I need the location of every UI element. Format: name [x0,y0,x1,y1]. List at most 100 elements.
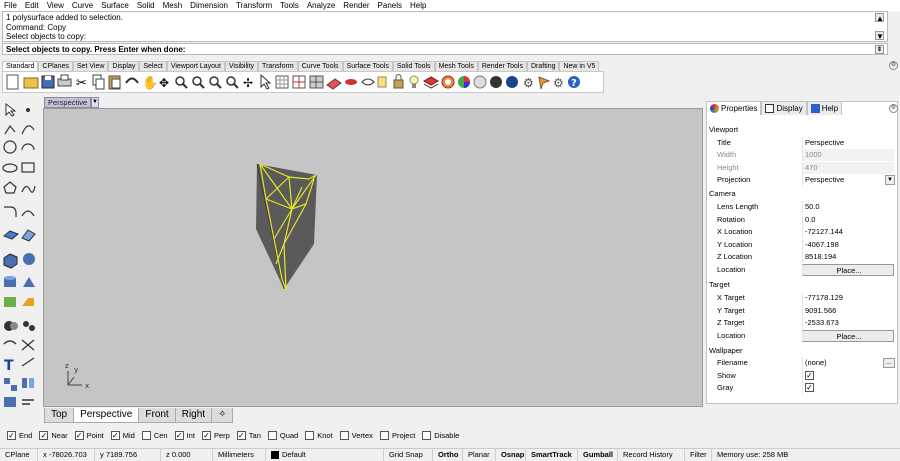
osnap-tan[interactable]: ✓ Tan [236,430,261,440]
lock-icon[interactable] [393,74,404,89]
tab-display[interactable]: Display [108,61,140,71]
circle-icon[interactable] [3,140,17,154]
toolbar-gear-icon[interactable]: ⚙ [889,61,898,70]
record-history-toggle[interactable]: Record History [618,449,685,461]
panel-tab-display[interactable]: Display [761,101,807,115]
xt-field[interactable]: -77178.129 [802,292,894,304]
trim-icon[interactable] [21,339,35,351]
viewport-tab-front[interactable]: Front [138,408,176,423]
osnap-perp[interactable]: ✓ Perp [201,430,230,440]
hide-icon[interactable] [361,78,375,86]
split-icon[interactable] [3,340,17,345]
panel-gear-icon[interactable]: ⚙ [889,104,898,113]
show-checkbox[interactable]: ✓ [805,371,814,380]
menu-help[interactable]: Help [406,0,430,11]
box-icon[interactable] [3,253,18,269]
tab-curve-tools[interactable]: Curve Tools [297,61,343,71]
rotate-view-icon[interactable]: ✥ [159,76,169,90]
smarttrack-toggle[interactable]: SmartTrack [526,449,578,461]
menu-render[interactable]: Render [339,0,373,11]
lens-field[interactable]: 50.0 [802,201,894,213]
command-history[interactable]: 1 polysurface added to selection. Comman… [2,11,888,42]
mirror-icon[interactable] [22,378,34,388]
layer-icon[interactable] [422,76,440,89]
osnap-near-checkbox[interactable]: ✓ [39,430,49,440]
perspective-viewport[interactable]: x y z [43,108,703,407]
analyze-icon[interactable] [22,399,34,405]
tab-cplanes[interactable]: CPlanes [38,61,73,71]
osnap-disable-checkbox[interactable] [422,430,432,440]
curve-icon[interactable] [21,125,35,135]
material-sphere-icon[interactable] [490,76,502,88]
loft-icon[interactable] [21,229,36,242]
options-icon[interactable]: ⚙ [553,76,564,90]
ellipse-icon[interactable] [2,163,18,173]
units-indicator[interactable]: Millimeters [213,449,266,461]
scroll-up-icon[interactable]: ▲ [875,13,884,23]
browse-button[interactable]: ... [883,358,895,368]
move-icon[interactable]: ✢ [243,76,253,90]
tab-render-tools[interactable]: Render Tools [477,61,527,71]
projection-dropdown-icon[interactable]: ▼ [885,175,895,185]
named-view-icon[interactable] [345,79,357,85]
zoom-extents-icon[interactable] [209,76,222,89]
boolean-icon[interactable] [4,321,18,331]
menu-transform[interactable]: Transform [232,0,276,11]
osnap-int-checkbox[interactable]: ✓ [174,430,184,440]
paste-icon[interactable] [108,75,121,90]
tab-drafting[interactable]: Drafting [526,61,560,71]
osnap-vertex[interactable]: Vertex [339,430,373,440]
tab-viewport-layout[interactable]: Viewport Layout [166,61,225,71]
osnap-end[interactable]: ✓ End [7,430,32,440]
save-icon[interactable] [41,75,55,89]
menu-file[interactable]: File [0,0,21,11]
osnap-cen[interactable]: Cen [141,430,168,440]
extrude-icon[interactable] [22,298,34,306]
text-icon[interactable]: T [4,358,14,374]
viewport-tab-top[interactable]: Top [44,408,75,423]
array-icon[interactable] [4,397,16,407]
select-icon[interactable] [260,73,272,90]
menu-view[interactable]: View [43,0,68,11]
panel-tab-properties[interactable]: Properties [706,101,762,115]
filename-field[interactable]: (none) [802,357,894,369]
osnap-point-checkbox[interactable]: ✓ [74,430,84,440]
tab-new-in-v5[interactable]: New in V5 [559,61,600,71]
viewports-icon[interactable] [292,75,306,89]
title-field[interactable]: Perspective [802,137,894,149]
fillet-icon[interactable] [4,206,17,217]
undo-icon[interactable] [125,77,139,84]
panel-tab-help[interactable]: Help [806,101,843,115]
color-wheel-icon[interactable] [458,76,470,88]
selected-polysurface[interactable] [256,163,317,291]
zt-field[interactable]: -2533.673 [802,317,894,329]
target-place-button[interactable]: Place... [802,330,894,342]
osnap-toggle[interactable]: Osnap [496,449,526,461]
menu-edit[interactable]: Edit [21,0,43,11]
zoom-icon[interactable] [175,76,188,89]
rotation-field[interactable]: 0.0 [802,214,894,226]
osnap-near[interactable]: ✓ Near [39,430,68,440]
mesh-icon[interactable] [4,297,16,307]
tab-set-view[interactable]: Set View [72,61,109,71]
open-file-icon[interactable] [23,77,39,89]
polygon-icon[interactable] [3,181,17,194]
menu-mesh[interactable]: Mesh [159,0,187,11]
osnap-mid-checkbox[interactable]: ✓ [110,430,120,440]
help-icon[interactable]: ? [568,76,580,89]
pan-icon[interactable]: ✋ [142,75,158,91]
osnap-knot-checkbox[interactable] [305,430,315,440]
dimension-icon[interactable] [21,357,35,367]
grid-icon[interactable] [275,75,289,89]
surface-icon[interactable] [3,230,19,240]
menu-dimension[interactable]: Dimension [186,0,232,11]
osnap-tan-checkbox[interactable]: ✓ [236,430,246,440]
osnap-project[interactable]: Project [379,430,415,440]
add-viewport-tab-icon[interactable]: ✧ [211,408,234,423]
tab-surface-tools[interactable]: Surface Tools [342,61,393,71]
layer-indicator[interactable]: Default [266,449,384,461]
command-prompt[interactable]: Select objects to copy. Press Enter when… [2,43,888,55]
osnap-knot[interactable]: Knot [305,430,333,440]
settings-icon[interactable]: ⚙ [523,76,534,90]
render-sphere-icon[interactable] [473,75,487,89]
